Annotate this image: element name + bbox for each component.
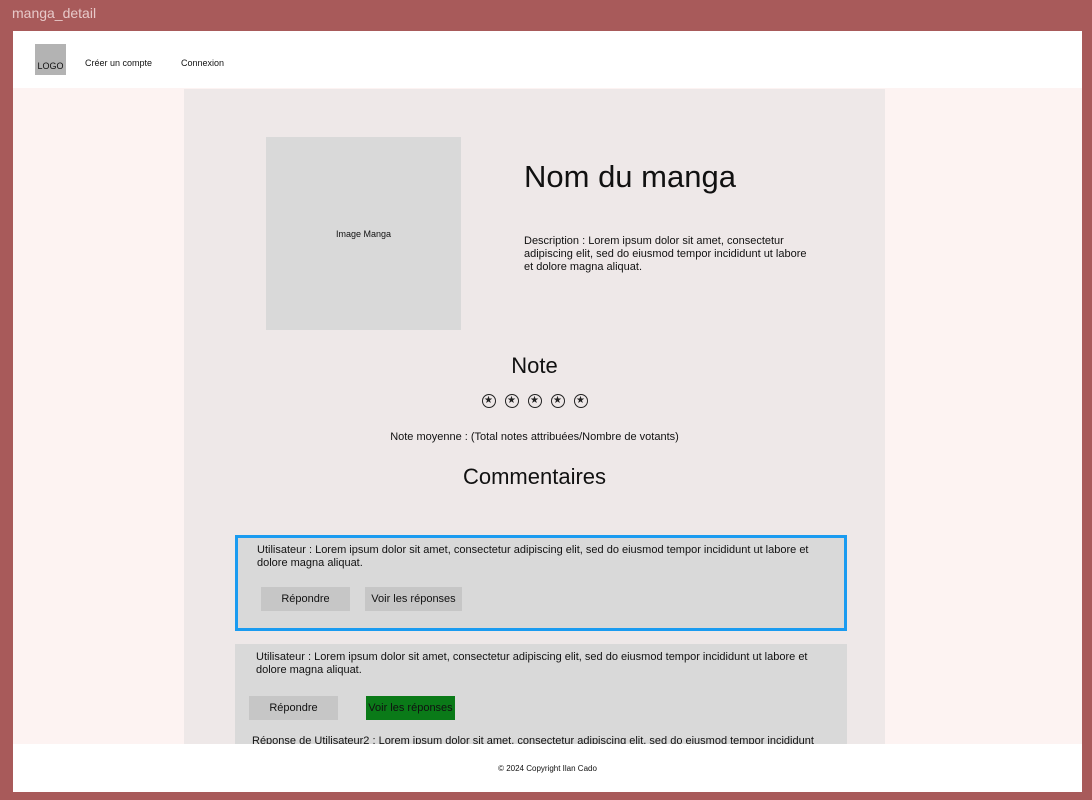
frame-label: manga_detail bbox=[12, 5, 97, 21]
comments-heading: Commentaires bbox=[462, 464, 607, 489]
nav-create-account-link[interactable]: Créer un compte bbox=[85, 58, 152, 68]
star-icon[interactable]: ★ bbox=[504, 394, 519, 408]
star-icon[interactable]: ★ bbox=[573, 394, 588, 408]
rating-heading: Note bbox=[511, 353, 558, 378]
nav-login-link[interactable]: Connexion bbox=[181, 58, 224, 68]
manga-description: Description : Lorem ipsum dolor sit amet… bbox=[524, 235, 807, 273]
manga-image-placeholder: Image Manga bbox=[266, 137, 461, 330]
header: LOGO Créer un compte Connexion bbox=[13, 31, 1082, 88]
comment-text: Utilisateur : Lorem ipsum dolor sit amet… bbox=[257, 544, 809, 569]
copyright-text: © 2024 Copyright Ilan Cado bbox=[498, 763, 597, 773]
logo[interactable]: LOGO bbox=[35, 44, 66, 75]
reply-button[interactable]: Répondre bbox=[249, 696, 338, 720]
comment-card: Utilisateur : Lorem ipsum dolor sit amet… bbox=[235, 535, 847, 631]
view-replies-button[interactable]: Voir les réponses bbox=[366, 696, 455, 720]
rating-stars: ★ ★ ★ ★ ★ bbox=[184, 394, 885, 408]
reply-button[interactable]: Répondre bbox=[261, 587, 350, 611]
average-rating-text: Note moyenne : (Total notes attribuées/N… bbox=[390, 431, 679, 443]
manga-title: Nom du manga bbox=[524, 159, 736, 194]
star-icon[interactable]: ★ bbox=[481, 394, 496, 408]
comment-text: Utilisateur : Lorem ipsum dolor sit amet… bbox=[256, 651, 808, 676]
manga-image-label: Image Manga bbox=[335, 228, 392, 239]
star-icon[interactable]: ★ bbox=[527, 394, 542, 408]
page-frame: LOGO Créer un compte Connexion Image Man… bbox=[13, 31, 1082, 792]
manga-detail-content: Image Manga Nom du manga Description : L… bbox=[184, 89, 885, 774]
footer: © 2024 Copyright Ilan Cado bbox=[13, 744, 1082, 792]
star-icon[interactable]: ★ bbox=[550, 394, 565, 408]
view-replies-button[interactable]: Voir les réponses bbox=[365, 587, 462, 611]
